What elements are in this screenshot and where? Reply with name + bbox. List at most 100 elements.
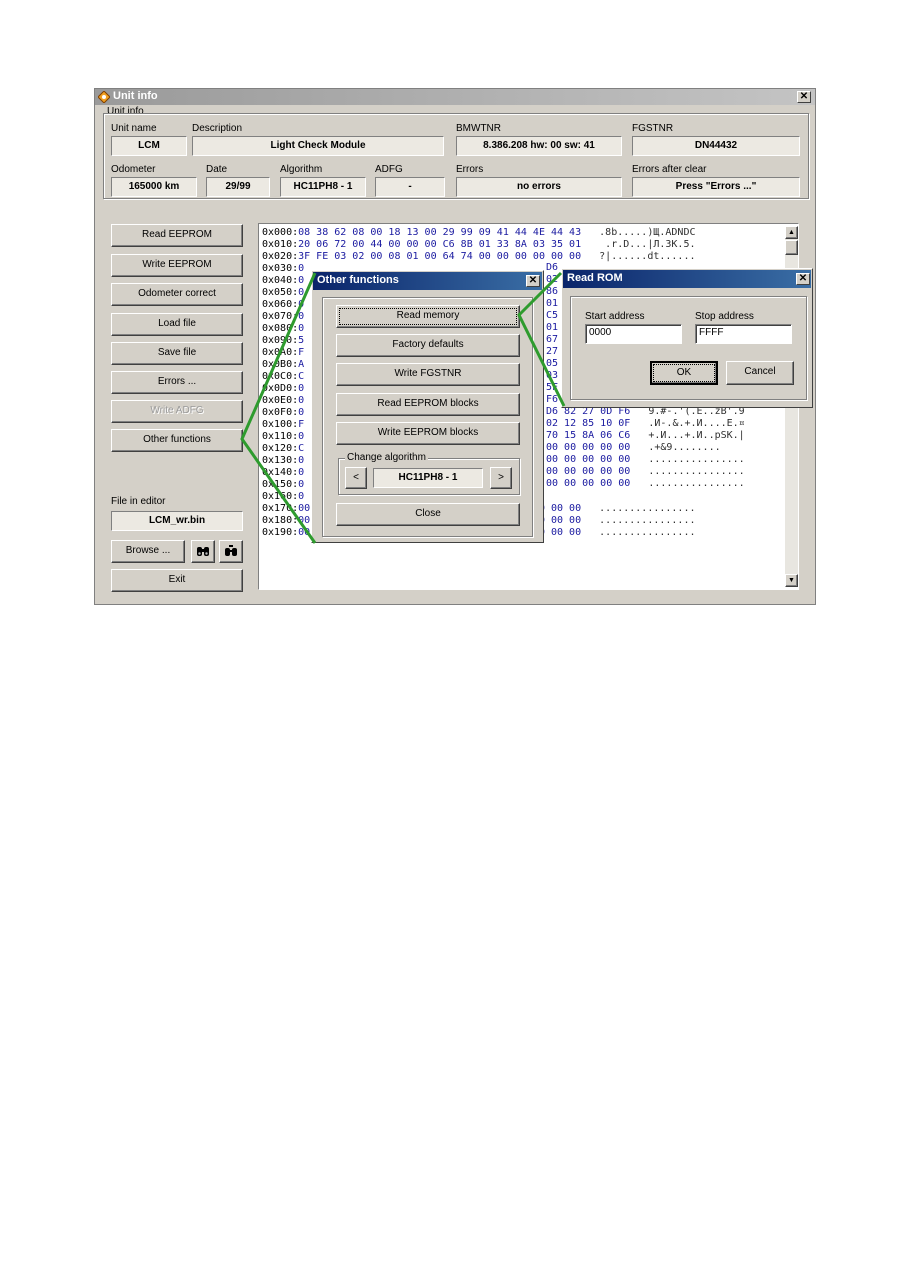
browse-button[interactable]: Browse ... <box>111 540 185 563</box>
write-eeprom-button[interactable]: Write EEPROM <box>111 254 243 277</box>
errors-label: Errors <box>456 164 484 175</box>
app-icon <box>97 90 111 104</box>
window-titlebar[interactable]: Unit info <box>95 89 815 105</box>
exit-button[interactable]: Exit <box>111 569 243 592</box>
hex-ascii: .8b.....)Щ.ADNDC <box>593 227 696 238</box>
hex-address: 0x100: <box>262 419 299 430</box>
hex-fragment-bytes: 00 00 00 00 00 <box>546 478 631 489</box>
algorithm-prev-button[interactable]: < <box>345 467 367 489</box>
other-functions-button[interactable]: Other functions <box>111 429 243 452</box>
date-field: 29/99 <box>206 177 270 197</box>
hex-address: 0x160: <box>262 491 299 502</box>
hex-row: 0x010:20 06 72 00 44 00 00 00 C6 8B 01 3… <box>262 239 798 251</box>
hex-fragment-row: 00 00 00 00 00 ................ <box>546 466 786 478</box>
hex-address: 0x140: <box>262 467 299 478</box>
errors-after-clear-field: Press "Errors ..." <box>632 177 800 197</box>
hex-ascii: ?|......dt...... <box>593 251 696 262</box>
ok-button[interactable]: OK <box>650 361 718 385</box>
hex-fragment-bytes: 67 <box>546 334 559 345</box>
find-next-button[interactable] <box>219 540 243 563</box>
scroll-thumb[interactable] <box>785 240 798 255</box>
hex-address: 0x050: <box>262 287 299 298</box>
hex-fragment-bytes: 86 <box>546 286 559 297</box>
find-button[interactable] <box>191 540 215 563</box>
hex-address: 0x0C0: <box>262 371 299 382</box>
scroll-down-button[interactable]: ▼ <box>785 574 798 587</box>
window-title: Unit info <box>113 90 158 102</box>
read-eeprom-blocks-button[interactable]: Read EEPROM blocks <box>336 393 520 416</box>
hex-ascii: ................ <box>593 503 696 514</box>
binoculars-next-icon <box>224 545 238 565</box>
load-file-button[interactable]: Load file <box>111 313 243 336</box>
factory-defaults-button[interactable]: Factory defaults <box>336 334 520 357</box>
bmwtnr-field: 8.386.208 hw: 00 sw: 41 <box>456 136 622 156</box>
other-functions-close-icon[interactable]: ✕ <box>526 275 540 287</box>
errors-field: no errors <box>456 177 622 197</box>
change-algorithm-label: Change algorithm <box>345 452 428 463</box>
hex-fragment-bytes: 02 12 85 10 0F <box>546 418 631 429</box>
read-eeprom-button[interactable]: Read EEPROM <box>111 224 243 247</box>
algorithm-label: Algorithm <box>280 164 323 175</box>
odometer-correct-button[interactable]: Odometer correct <box>111 283 243 306</box>
save-file-button[interactable]: Save file <box>111 342 243 365</box>
read-rom-titlebar[interactable]: Read ROM <box>563 270 811 288</box>
hex-address: 0x010: <box>262 239 299 250</box>
hex-fragment-bytes: 05 <box>546 358 559 369</box>
hex-ascii: ................ <box>593 527 696 538</box>
algorithm-next-button[interactable]: > <box>490 467 512 489</box>
other-functions-dialog: Other functions ✕ Read memory Factory de… <box>311 270 544 543</box>
write-fgstnr-button[interactable]: Write FGSTNR <box>336 363 520 386</box>
hex-fragment-bytes: 01 <box>546 322 559 333</box>
hex-fragment-row: 70 15 8A 06 C6 +.И...+.И..pSK.| <box>546 430 786 442</box>
hex-address: 0x170: <box>262 503 299 514</box>
other-functions-titlebar[interactable]: Other functions <box>313 272 542 290</box>
hex-ascii: ................ <box>593 515 696 526</box>
start-address-input[interactable]: 0000 <box>585 324 682 344</box>
hex-fragment-ascii: +.И...+.И..pSK.| <box>642 430 745 441</box>
odometer-label: Odometer <box>111 164 156 175</box>
close-button[interactable]: Close <box>336 503 520 526</box>
hex-address: 0x130: <box>262 455 299 466</box>
hex-address: 0x110: <box>262 431 299 442</box>
write-eeprom-blocks-button[interactable]: Write EEPROM blocks <box>336 422 520 445</box>
hex-address: 0x0F0: <box>262 407 299 418</box>
file-in-editor-field: LCM_wr.bin <box>111 511 243 531</box>
hex-address: 0x0E0: <box>262 395 299 406</box>
hex-address: 0x030: <box>262 263 299 274</box>
hex-fragment-row: 00 00 00 00 00 .+&9........ <box>546 442 786 454</box>
hex-address: 0x180: <box>262 515 299 526</box>
adfg-label: ADFG <box>375 164 403 175</box>
hex-fragment-bytes: D6 <box>546 262 559 273</box>
hex-bytes: 3F FE 03 02 00 08 01 00 64 74 00 00 00 0… <box>298 251 582 262</box>
hex-fragment-ascii: .И-.&.+.И....E.¤ <box>642 418 745 429</box>
hex-address: 0x090: <box>262 335 299 346</box>
fgstnr-field: DN44432 <box>632 136 800 156</box>
hex-fragment-bytes: 02 <box>546 274 559 285</box>
binoculars-icon <box>196 545 210 565</box>
description-field: Light Check Module <box>192 136 444 156</box>
hex-fragment-bytes: 00 00 00 00 00 <box>546 466 631 477</box>
errors-button[interactable]: Errors ... <box>111 371 243 394</box>
hex-fragment-bytes: 01 <box>546 298 559 309</box>
hex-fragment-bytes: 70 15 8A 06 C6 <box>546 430 631 441</box>
read-memory-button[interactable]: Read memory <box>336 305 520 328</box>
read-rom-close-icon[interactable]: ✕ <box>796 273 810 285</box>
algorithm-field: HC11PH8 - 1 <box>280 177 366 197</box>
fgstnr-label: FGSTNR <box>632 123 674 134</box>
adfg-field: - <box>375 177 445 197</box>
write-adfg-button[interactable]: Write ADFG <box>111 400 243 423</box>
hex-address: 0x0B0: <box>262 359 299 370</box>
hex-address: 0x190: <box>262 527 299 538</box>
stop-address-input[interactable]: FFFF <box>695 324 792 344</box>
hex-bytes: 20 06 72 00 44 00 00 00 C6 8B 01 33 8A 0… <box>298 239 582 250</box>
date-label: Date <box>206 164 228 175</box>
hex-address: 0x0D0: <box>262 383 299 394</box>
hex-address: 0x000: <box>262 227 299 238</box>
scroll-up-button[interactable]: ▲ <box>785 226 798 239</box>
start-address-label: Start address <box>585 311 645 322</box>
hex-fragment-bytes: 00 00 00 00 00 <box>546 454 631 465</box>
algorithm-select-field: HC11PH8 - 1 <box>373 468 483 488</box>
cancel-button[interactable]: Cancel <box>726 361 794 385</box>
hex-fragment-row: 00 00 00 00 00 ................ <box>546 454 786 466</box>
window-close-button[interactable]: ✕ <box>797 91 811 103</box>
